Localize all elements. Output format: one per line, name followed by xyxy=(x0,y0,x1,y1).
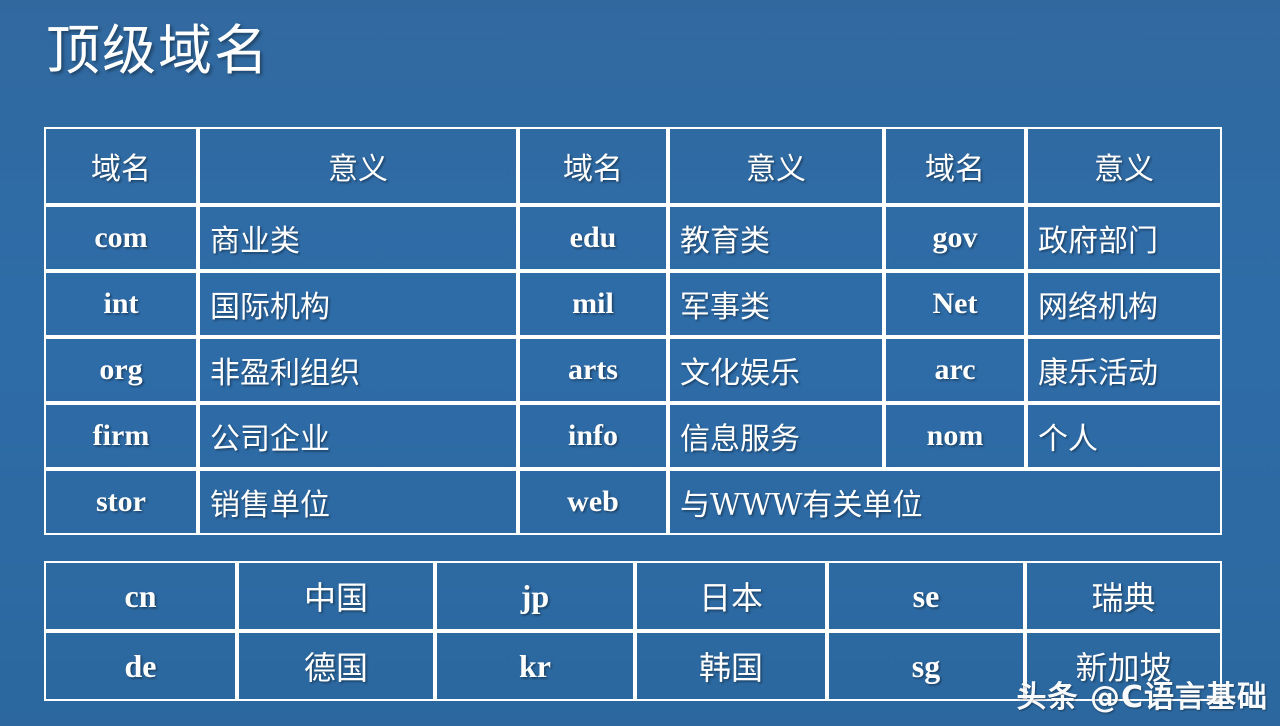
country-code: sg xyxy=(827,631,1025,701)
country-name: 瑞典 xyxy=(1025,561,1222,631)
tld-code: firm xyxy=(44,403,198,469)
column-header-domain-3: 域名 xyxy=(884,127,1026,205)
tld-meaning: 个人 xyxy=(1026,403,1222,469)
tld-code: Net xyxy=(884,271,1026,337)
table-row: firm 公司企业 info 信息服务 nom 个人 xyxy=(44,403,1222,469)
tld-code: mil xyxy=(518,271,668,337)
tld-code: edu xyxy=(518,205,668,271)
watermark: 头条 @C语言基础 xyxy=(1016,680,1268,715)
table-row: org 非盈利组织 arts 文化娱乐 arc 康乐活动 xyxy=(44,337,1222,403)
tld-meaning: 信息服务 xyxy=(668,403,884,469)
column-header-meaning-1: 意义 xyxy=(198,127,518,205)
tld-code: gov xyxy=(884,205,1026,271)
country-name: 韩国 xyxy=(635,631,827,701)
country-code: se xyxy=(827,561,1025,631)
tld-meaning: 商业类 xyxy=(198,205,518,271)
table-row: int 国际机构 mil 军事类 Net 网络机构 xyxy=(44,271,1222,337)
tld-meaning: 政府部门 xyxy=(1026,205,1222,271)
column-header-meaning-3: 意义 xyxy=(1026,127,1222,205)
tld-code: org xyxy=(44,337,198,403)
tld-meaning: 网络机构 xyxy=(1026,271,1222,337)
table-row-last: stor 销售单位 web 与WWW有关单位 xyxy=(44,469,1222,535)
country-code: kr xyxy=(435,631,635,701)
country-name: 中国 xyxy=(237,561,435,631)
country-name: 日本 xyxy=(635,561,827,631)
table-header-row: 域名 意义 域名 意义 域名 意义 xyxy=(44,127,1222,205)
tld-code: arts xyxy=(518,337,668,403)
country-code: de xyxy=(44,631,237,701)
column-header-domain-1: 域名 xyxy=(44,127,198,205)
tld-meaning: 康乐活动 xyxy=(1026,337,1222,403)
tld-meaning: 军事类 xyxy=(668,271,884,337)
country-code: jp xyxy=(435,561,635,631)
country-name: 德国 xyxy=(237,631,435,701)
tld-meaning: 文化娱乐 xyxy=(668,337,884,403)
table-row: com 商业类 edu 教育类 gov 政府部门 xyxy=(44,205,1222,271)
tld-meaning: 教育类 xyxy=(668,205,884,271)
page-title: 顶级域名 xyxy=(46,19,270,82)
country-code: cn xyxy=(44,561,237,631)
tld-code: arc xyxy=(884,337,1026,403)
tld-meaning: 销售单位 xyxy=(198,469,518,535)
tld-code: web xyxy=(518,469,668,535)
table-row: cn 中国 jp 日本 se 瑞典 xyxy=(44,561,1222,631)
column-header-domain-2: 域名 xyxy=(518,127,668,205)
tld-meaning: 国际机构 xyxy=(198,271,518,337)
tld-meaning: 公司企业 xyxy=(198,403,518,469)
slide-canvas: 顶级域名 域名 意义 域名 意义 域名 意义 com 商业类 edu 教育类 g… xyxy=(0,0,1280,726)
tld-code: int xyxy=(44,271,198,337)
tld-code: stor xyxy=(44,469,198,535)
tld-meaning-span: 与WWW有关单位 xyxy=(668,469,1222,535)
tld-meaning: 非盈利组织 xyxy=(198,337,518,403)
tld-code: nom xyxy=(884,403,1026,469)
tld-code: info xyxy=(518,403,668,469)
tld-code: com xyxy=(44,205,198,271)
column-header-meaning-2: 意义 xyxy=(668,127,884,205)
generic-tld-table: 域名 意义 域名 意义 域名 意义 com 商业类 edu 教育类 gov 政府… xyxy=(44,127,1222,535)
